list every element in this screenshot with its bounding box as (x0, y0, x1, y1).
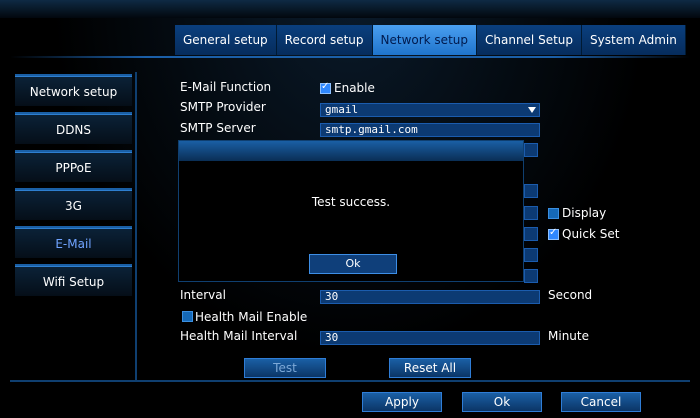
dialog-message: Test success. (311, 195, 391, 209)
smtp-server-value: smtp.gmail.com (325, 123, 418, 136)
apply-button[interactable]: Apply (362, 392, 442, 412)
ok-button[interactable]: Ok (462, 392, 542, 412)
tab-general-setup[interactable]: General setup (175, 25, 277, 55)
reset-all-button[interactable]: Reset All (389, 358, 471, 378)
smtp-server-label: SMTP Server (180, 121, 256, 135)
tab-record-setup[interactable]: Record setup (276, 25, 373, 55)
email-function-label: E-Mail Function (180, 80, 272, 94)
smtp-server-input[interactable]: smtp.gmail.com (320, 123, 540, 137)
sidebar-item-email[interactable]: E-Mail (15, 226, 132, 258)
health-mail-enable-checkbox[interactable] (182, 311, 193, 322)
hidden-field-6[interactable] (524, 269, 538, 283)
health-mail-interval-value: 30 (325, 331, 339, 344)
app-window: General setup Record setup Network setup… (0, 0, 700, 418)
dialog-title-bar (179, 141, 523, 161)
sidebar-item-pppoe[interactable]: PPPoE (15, 150, 132, 182)
health-mail-enable-label: Health Mail Enable (195, 310, 308, 324)
top-tab-bar: General setup Record setup Network setup… (175, 25, 686, 55)
sidebar-item-network-setup[interactable]: Network setup (15, 74, 132, 106)
hidden-field-2[interactable] (524, 184, 538, 198)
hidden-field-5[interactable] (524, 248, 538, 262)
smtp-provider-select[interactable]: gmail (320, 103, 540, 117)
quick-set-label: Quick Set (562, 227, 620, 241)
display-label: Display (562, 206, 607, 220)
hidden-field-3[interactable] (524, 206, 538, 220)
interval-value: 30 (325, 290, 339, 303)
health-mail-interval-unit: Minute (548, 329, 589, 343)
interval-unit: Second (548, 288, 593, 302)
quick-set-checkbox[interactable] (548, 227, 559, 240)
test-button[interactable]: Test (244, 358, 326, 378)
smtp-provider-value: gmail (325, 103, 359, 116)
smtp-provider-label: SMTP Provider (180, 100, 266, 114)
dialog-ok-button[interactable]: Ok (309, 254, 397, 274)
enable-checkbox[interactable] (320, 81, 331, 94)
hidden-field-1[interactable] (524, 143, 538, 157)
interval-label: Interval (180, 288, 226, 302)
tab-divider (10, 56, 690, 58)
test-result-dialog: Test success. Ok (178, 140, 524, 282)
window-top-bar (0, 0, 700, 18)
health-mail-interval-input[interactable]: 30 (320, 331, 540, 345)
sidebar-item-3g[interactable]: 3G (15, 188, 132, 220)
interval-input[interactable]: 30 (320, 290, 540, 304)
footer-divider (10, 380, 690, 382)
tab-system-admin[interactable]: System Admin (582, 25, 686, 55)
health-mail-interval-label: Health Mail Interval (180, 329, 298, 343)
hidden-field-4[interactable] (524, 227, 538, 241)
sidebar-item-wifi-setup[interactable]: Wifi Setup (15, 264, 132, 296)
cancel-button[interactable]: Cancel (561, 392, 641, 412)
sidebar-item-ddns[interactable]: DDNS (15, 112, 132, 144)
display-checkbox[interactable] (548, 208, 559, 219)
enable-label: Enable (334, 81, 375, 95)
chevron-down-icon (528, 107, 536, 113)
sidebar: Network setup DDNS PPPoE 3G E-Mail Wifi … (15, 74, 132, 302)
tab-network-setup[interactable]: Network setup (372, 25, 477, 55)
tab-channel-setup[interactable]: Channel Setup (477, 25, 583, 55)
sidebar-divider (135, 72, 137, 380)
